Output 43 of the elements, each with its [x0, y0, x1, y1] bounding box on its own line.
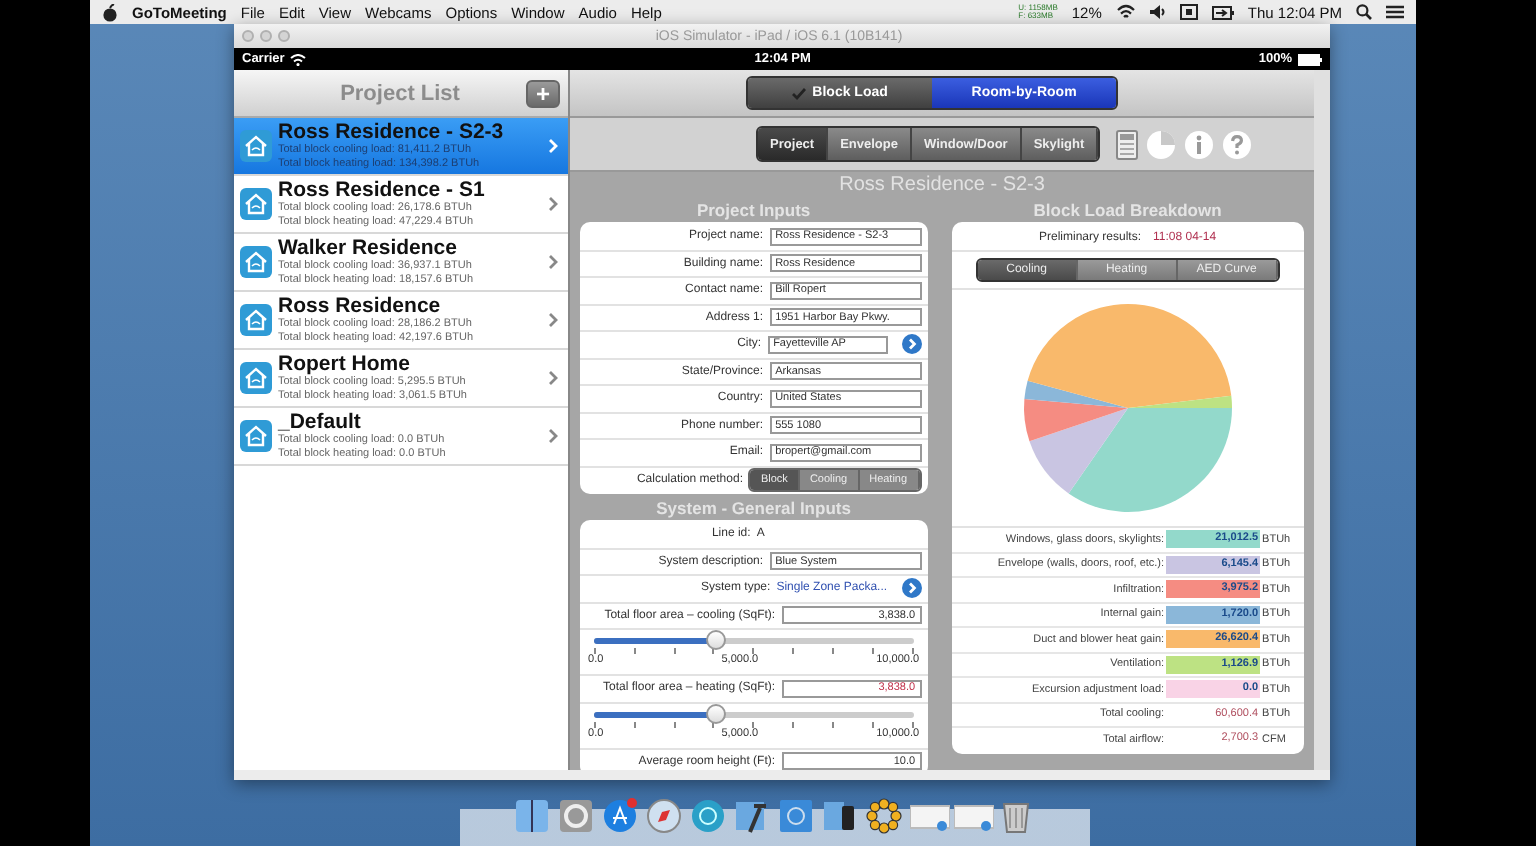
app-store-icon[interactable] — [601, 797, 641, 833]
project-name: Ropert Home — [278, 354, 412, 376]
chevron-icon — [548, 312, 559, 328]
battery-icon — [1298, 53, 1322, 65]
add-button[interactable]: + — [526, 79, 561, 107]
section-heading: Project Inputs — [694, 200, 813, 222]
house-icon — [240, 246, 272, 278]
battery-icon — [1211, 5, 1234, 19]
checkmark-icon — [792, 87, 807, 99]
project-name: _Default — [278, 412, 363, 434]
compass-icon[interactable] — [645, 797, 685, 833]
project-title: Ross Residence - S2-3 — [837, 172, 1047, 200]
panel-title: Project List — [338, 81, 462, 105]
project-name: Ross Residence - S1 — [278, 180, 487, 202]
chevron-icon — [548, 254, 559, 270]
wifi-icon — [290, 53, 307, 65]
flower-icon[interactable] — [865, 797, 905, 833]
house-icon — [240, 304, 272, 336]
apple-icon — [102, 3, 118, 21]
chevron-icon — [548, 428, 559, 444]
display-icon — [1179, 4, 1198, 20]
slider-thumb[interactable] — [705, 630, 726, 650]
project-name: Ross Residence — [278, 296, 443, 318]
project-name: Ross Residence - S2-3 — [278, 122, 506, 144]
house-icon — [240, 420, 272, 452]
globe-icon[interactable] — [689, 797, 729, 833]
house-icon — [240, 362, 272, 394]
help-icon[interactable] — [1222, 129, 1253, 159]
section-heading: Block Load Breakdown — [1031, 200, 1224, 222]
house-icon — [240, 130, 272, 162]
search-icon — [1356, 4, 1372, 20]
section-heading: System - General Inputs — [654, 498, 853, 520]
wifi-icon — [1115, 4, 1136, 20]
house-icon — [240, 188, 272, 220]
info-icon[interactable] — [1184, 129, 1215, 159]
project-name: Walker Residence — [278, 238, 459, 260]
list-icon — [1386, 4, 1404, 20]
gear-icon[interactable] — [557, 797, 597, 833]
calculator-icon[interactable] — [1116, 129, 1139, 159]
volume-icon — [1149, 4, 1166, 20]
chevron-icon — [548, 370, 559, 386]
chevron-icon — [548, 138, 559, 154]
chevron-icon — [548, 196, 559, 212]
